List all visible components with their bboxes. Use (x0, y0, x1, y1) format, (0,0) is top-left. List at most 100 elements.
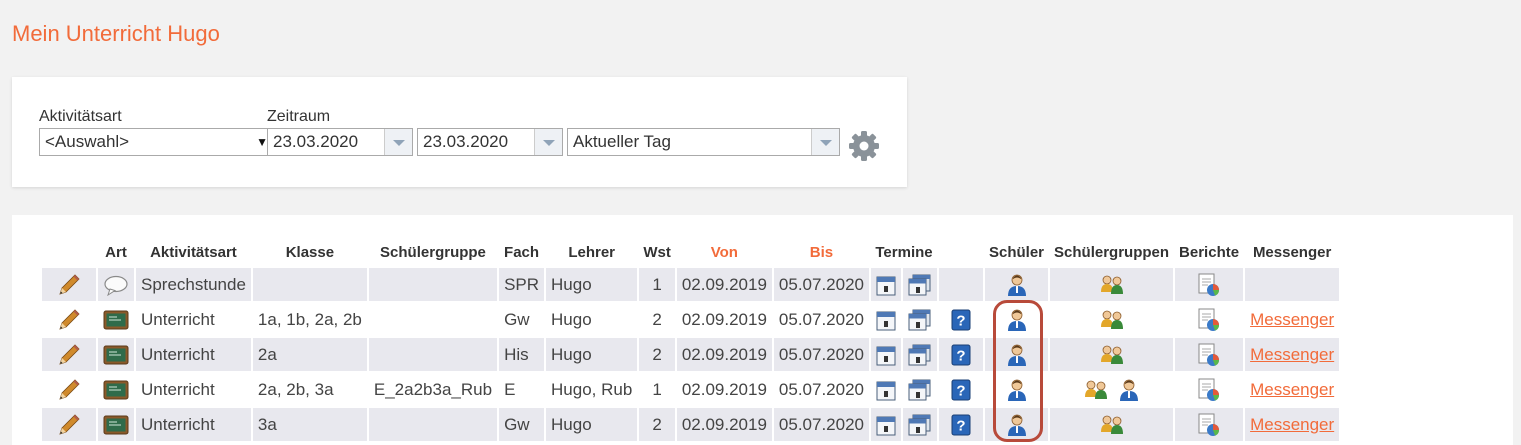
student-icon[interactable] (1006, 309, 1028, 331)
col-schuelergruppe[interactable]: Schülergruppe (368, 239, 498, 266)
calendar-icon[interactable] (876, 414, 896, 435)
termine-list-cell (903, 338, 937, 371)
lessons-panel: Art Aktivitätsart Klasse Schülergruppe F… (12, 215, 1513, 445)
bis-cell: 05.07.2020 (773, 303, 869, 336)
lessons-table: Art Aktivitätsart Klasse Schülergruppe F… (40, 237, 1341, 443)
help-icon[interactable]: ? (951, 309, 971, 330)
messenger-cell: Messenger (1245, 408, 1340, 441)
wst-cell: 2 (639, 338, 675, 371)
aktivitaetsart-cell: Unterricht (136, 408, 251, 441)
help-cell: ? (939, 338, 983, 371)
table-row[interactable]: Unterricht 2a His Hugo 2 02.09.2019 05.07.2020… (42, 338, 1340, 371)
berichte-cell (1175, 373, 1244, 406)
help-cell: ? (939, 373, 983, 406)
pencil-icon[interactable] (56, 343, 82, 365)
schueler-cell (985, 408, 1049, 441)
col-fach[interactable]: Fach (499, 239, 545, 266)
period-value: Aktueller Tag (573, 132, 671, 151)
messenger-link[interactable]: Messenger (1250, 310, 1334, 329)
gear-icon[interactable] (848, 130, 880, 162)
svg-text:?: ? (956, 417, 965, 434)
calendar-list-icon[interactable] (908, 309, 932, 330)
student-icon[interactable] (1118, 379, 1140, 401)
schueler-cell (985, 268, 1049, 301)
messenger-link[interactable]: Messenger (1250, 415, 1334, 434)
help-icon[interactable]: ? (951, 344, 971, 365)
student-icon[interactable] (1006, 344, 1028, 366)
table-row[interactable]: Unterricht 1a, 1b, 2a, 2b Gw Hugo 2 02.09.201… (42, 303, 1340, 336)
col-termine: Termine (871, 239, 937, 266)
dropdown-arrow-icon[interactable] (534, 129, 562, 155)
report-icon[interactable] (1197, 413, 1221, 436)
report-icon[interactable] (1197, 273, 1221, 296)
schuelergruppe-cell (368, 408, 498, 441)
col-von[interactable]: Von (676, 239, 772, 266)
col-berichte: Berichte (1175, 239, 1244, 266)
student-icon[interactable] (1006, 274, 1028, 296)
schuelergruppen-cell (1050, 338, 1174, 371)
calendar-icon[interactable] (876, 344, 896, 365)
pencil-icon[interactable] (56, 308, 82, 330)
calendar-icon[interactable] (876, 274, 896, 295)
student-group-icon[interactable] (1099, 414, 1125, 434)
wst-cell: 1 (639, 268, 675, 301)
bis-cell: 05.07.2020 (773, 338, 869, 371)
col-lehrer[interactable]: Lehrer (546, 239, 638, 266)
termine-cell (871, 408, 901, 441)
calendar-list-icon[interactable] (908, 274, 932, 295)
student-group-icon[interactable] (1099, 309, 1125, 329)
klasse-cell (252, 268, 367, 301)
col-art[interactable]: Art (98, 239, 134, 266)
edit-cell (42, 303, 96, 336)
pencil-icon[interactable] (56, 273, 82, 295)
table-row[interactable]: Unterricht 3a Gw Hugo 2 02.09.2019 05.07.2020?… (42, 408, 1340, 441)
aktivitaetsart-label: Aktivitätsart (39, 108, 122, 125)
fach-cell: SPR (499, 268, 545, 301)
help-icon[interactable]: ? (951, 379, 971, 400)
art-cell (98, 268, 134, 301)
student-group-icon[interactable] (1083, 379, 1109, 399)
aktivitaetsart-select[interactable]: <Auswahl> ▼ (39, 128, 275, 156)
calendar-list-icon[interactable] (908, 344, 932, 365)
col-wst[interactable]: Wst (639, 239, 675, 266)
pencil-icon[interactable] (56, 378, 82, 400)
student-icon[interactable] (1006, 414, 1028, 436)
messenger-link[interactable]: Messenger (1250, 380, 1334, 399)
report-icon[interactable] (1197, 343, 1221, 366)
col-aktivitaetsart[interactable]: Aktivitätsart (136, 239, 251, 266)
schueler-cell (985, 373, 1049, 406)
von-cell: 02.09.2019 (676, 303, 772, 336)
calendar-list-icon[interactable] (908, 414, 932, 435)
von-cell: 02.09.2019 (676, 373, 772, 406)
col-bis[interactable]: Bis (773, 239, 869, 266)
report-icon[interactable] (1197, 308, 1221, 331)
table-row[interactable]: Unterricht 2a, 2b, 3a E_2a2b3a_Rub E Hugo, R… (42, 373, 1340, 406)
col-klasse[interactable]: Klasse (252, 239, 367, 266)
period-select[interactable]: Aktueller Tag (567, 128, 840, 156)
report-icon[interactable] (1197, 378, 1221, 401)
calendar-icon[interactable] (876, 379, 896, 400)
messenger-cell: Messenger (1245, 303, 1340, 336)
date-to-field[interactable]: 23.03.2020 (417, 128, 563, 156)
student-group-icon[interactable] (1099, 344, 1125, 364)
dropdown-arrow-icon[interactable] (384, 129, 412, 155)
table-row[interactable]: Sprechstunde SPR Hugo 1 02.09.2019 05.07.2020 (42, 268, 1340, 301)
schuelergruppe-cell (368, 268, 498, 301)
help-icon[interactable]: ? (951, 414, 971, 435)
student-icon[interactable] (1006, 379, 1028, 401)
messenger-cell: Messenger (1245, 338, 1340, 371)
schueler-cell (985, 338, 1049, 371)
calendar-icon[interactable] (876, 309, 896, 330)
wst-cell: 2 (639, 408, 675, 441)
pencil-icon[interactable] (56, 413, 82, 435)
messenger-link[interactable]: Messenger (1250, 345, 1334, 364)
termine-list-cell (903, 408, 937, 441)
student-group-icon[interactable] (1099, 274, 1125, 294)
termine-list-cell (903, 373, 937, 406)
bis-cell: 05.07.2020 (773, 408, 869, 441)
date-from-field[interactable]: 23.03.2020 (267, 128, 413, 156)
calendar-list-icon[interactable] (908, 379, 932, 400)
dropdown-arrow-icon[interactable] (811, 129, 839, 155)
termine-cell (871, 373, 901, 406)
lehrer-cell: Hugo (546, 268, 638, 301)
